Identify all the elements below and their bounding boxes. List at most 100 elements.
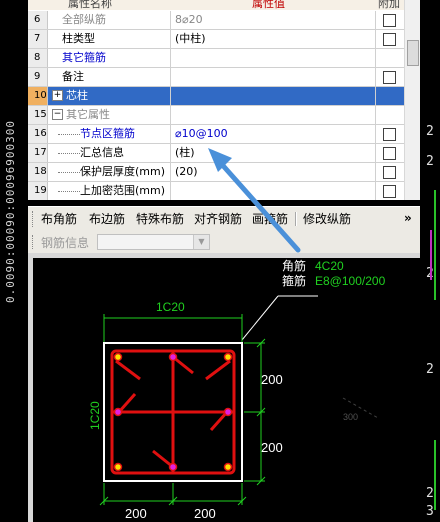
section-drawing-canvas[interactable]: 300 角筋 4C20 箍筋 E8@100/200 1C20 1C20 200 …: [33, 258, 420, 522]
property-row[interactable]: 9 备注: [28, 68, 404, 87]
property-value[interactable]: [171, 68, 376, 86]
property-value[interactable]: (柱): [171, 144, 376, 162]
property-value[interactable]: [171, 87, 376, 105]
scrollbar-thumb[interactable]: [407, 40, 419, 66]
property-name-label: 其它属性: [66, 108, 110, 121]
rebar-info-select[interactable]: ▼: [97, 234, 210, 250]
draw-stirrup-button[interactable]: 画箍筋: [252, 207, 288, 231]
header-name[interactable]: 属性名称: [68, 0, 112, 10]
add-cell: [376, 144, 404, 162]
corner-rebar[interactable]: [223, 462, 233, 472]
property-name[interactable]: + 芯柱: [48, 87, 171, 105]
property-row[interactable]: 15− 其它属性: [28, 106, 404, 125]
bottom-dimension-2[interactable]: 200: [194, 506, 216, 521]
stirrup-value[interactable]: E8@100/200: [315, 274, 386, 288]
edge-rebar[interactable]: [113, 407, 123, 417]
property-name[interactable]: 备注: [48, 68, 171, 86]
left-edge-rebar-label[interactable]: 1C20: [88, 401, 102, 430]
row-number: 19: [28, 182, 48, 200]
property-row[interactable]: 18 保护层厚度(mm) (20): [28, 163, 404, 182]
property-row[interactable]: 7 柱类型 (中柱): [28, 30, 404, 49]
add-cell: [376, 11, 404, 29]
right-edge-cad-area: 2 2 2 2 2 3: [420, 0, 440, 522]
add-checkbox[interactable]: [383, 128, 396, 141]
property-value[interactable]: ⌀10@100: [171, 125, 376, 143]
right-edge-label: 2: [426, 124, 434, 139]
property-row[interactable]: 17 汇总信息 (柱): [28, 144, 404, 163]
property-row[interactable]: 19 上加密范围(mm): [28, 182, 404, 200]
tree-connector: [58, 163, 80, 173]
header-value[interactable]: 属性值: [252, 0, 285, 10]
property-name-label: 柱类型: [62, 32, 95, 45]
property-value[interactable]: [171, 106, 376, 124]
property-name[interactable]: 汇总信息: [48, 144, 171, 162]
property-name-label: 全部纵筋: [62, 13, 106, 26]
property-value[interactable]: [171, 49, 376, 67]
property-name[interactable]: 节点区箍筋: [48, 125, 171, 143]
chevron-down-icon[interactable]: ▼: [193, 235, 209, 249]
place-corner-rebar-button[interactable]: 布角筋: [41, 207, 77, 231]
left-edge-coordinate-text: 0.0090:00090:00096900300: [4, 120, 17, 303]
property-name[interactable]: 全部纵筋: [48, 11, 171, 29]
property-name-label: 汇总信息: [80, 146, 124, 159]
add-checkbox[interactable]: [383, 14, 396, 27]
right-edge-green-line: [434, 190, 436, 300]
left-edge-cad-area: 0.0090:00090:00096900300: [0, 0, 28, 522]
faint-label: 300: [343, 412, 358, 422]
align-rebar-button[interactable]: 对齐钢筋: [194, 207, 242, 231]
property-row[interactable]: 10 + 芯柱: [28, 87, 404, 106]
property-name[interactable]: − 其它属性: [48, 106, 171, 124]
property-name[interactable]: 其它箍筋: [48, 49, 171, 67]
property-value[interactable]: (20): [171, 163, 376, 181]
corner-rebar[interactable]: [113, 352, 123, 362]
modify-long-rebar-button[interactable]: 修改纵筋: [303, 207, 351, 231]
edge-rebar[interactable]: [223, 407, 233, 417]
rebar-toolbar: 布角筋 布边筋 特殊布筋 对齐钢筋 画箍筋 修改纵筋 »: [28, 206, 420, 232]
property-row[interactable]: 8 其它箍筋: [28, 49, 404, 68]
corner-rebar[interactable]: [113, 462, 123, 472]
property-name-label: 上加密范围(mm): [80, 184, 166, 197]
property-row[interactable]: 6 全部纵筋 8⌀20: [28, 11, 404, 30]
row-number: 9: [28, 68, 48, 86]
property-value[interactable]: 8⌀20: [171, 11, 376, 29]
add-checkbox[interactable]: [383, 166, 396, 179]
add-checkbox[interactable]: [383, 147, 396, 160]
property-name-label: 芯柱: [66, 89, 88, 102]
app-window: 0.0090:00090:00096900300 2 2 2 2 2 3 属性名…: [0, 0, 440, 522]
right-dimension-2[interactable]: 200: [261, 440, 283, 455]
corner-rebar-value[interactable]: 4C20: [315, 259, 344, 273]
property-value[interactable]: [171, 182, 376, 200]
row-number: 16: [28, 125, 48, 143]
row-number: 7: [28, 30, 48, 48]
collapse-icon[interactable]: −: [52, 108, 63, 120]
toolbar-grip[interactable]: [32, 235, 36, 249]
property-table: 属性名称 属性值 附加 6 全部纵筋 8⌀20 7 柱类型 (中柱) 8 其它箍筋 9 备注 10 +…: [28, 0, 420, 200]
edge-rebar[interactable]: [168, 462, 178, 472]
right-dimension-1[interactable]: 200: [261, 372, 283, 387]
toolbar-overflow-button[interactable]: »: [404, 207, 412, 231]
row-number: 10: [28, 87, 48, 105]
expand-icon[interactable]: +: [52, 89, 63, 101]
property-table-scrollbar[interactable]: [404, 0, 420, 200]
property-value[interactable]: (中柱): [171, 30, 376, 48]
property-row[interactable]: 16 节点区箍筋 ⌀10@100: [28, 125, 404, 144]
place-edge-rebar-button[interactable]: 布边筋: [89, 207, 125, 231]
add-checkbox[interactable]: [383, 185, 396, 198]
property-name[interactable]: 上加密范围(mm): [48, 182, 171, 200]
rebar-info-label: 钢筋信息: [41, 236, 90, 250]
top-edge-rebar-label[interactable]: 1C20: [156, 300, 185, 314]
add-cell: [376, 87, 404, 105]
property-name[interactable]: 柱类型: [48, 30, 171, 48]
corner-rebar[interactable]: [223, 352, 233, 362]
add-checkbox[interactable]: [383, 71, 396, 84]
toolbar-grip[interactable]: [32, 211, 36, 227]
bottom-dimension-1[interactable]: 200: [125, 506, 147, 521]
property-name-label: 备注: [62, 70, 84, 83]
property-name[interactable]: 保护层厚度(mm): [48, 163, 171, 181]
edge-rebar[interactable]: [168, 352, 178, 362]
special-rebar-button[interactable]: 特殊布筋: [136, 207, 184, 231]
header-add[interactable]: 附加: [378, 0, 400, 10]
canvas-background: [33, 258, 420, 522]
add-cell: [376, 30, 404, 48]
add-checkbox[interactable]: [383, 33, 396, 46]
